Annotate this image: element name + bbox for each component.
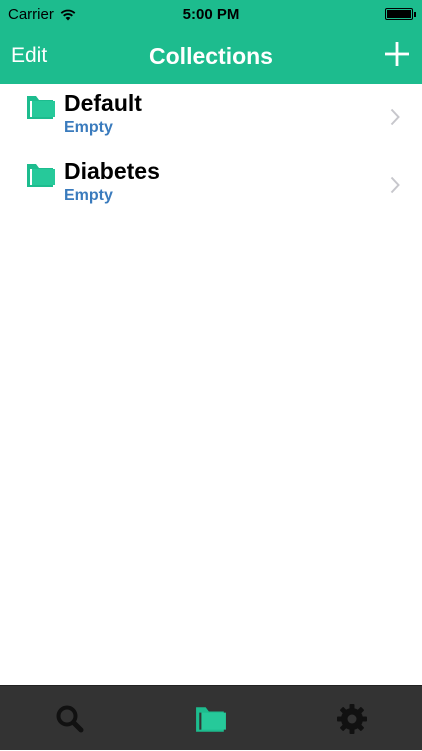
collection-status: Empty: [64, 119, 113, 136]
folder-icon: [27, 164, 55, 187]
collections-list: Default Empty Diabetes Empty: [0, 84, 422, 220]
tab-collections[interactable]: [141, 686, 281, 751]
collection-row-diabetes[interactable]: Diabetes Empty: [0, 152, 422, 220]
page-title: Collections: [149, 43, 273, 69]
gear-icon: [337, 703, 367, 734]
tab-settings[interactable]: [282, 686, 422, 751]
collection-name: Default: [64, 90, 142, 116]
folder-icon: [196, 706, 226, 732]
folder-icon: [27, 96, 55, 119]
collection-name: Diabetes: [64, 158, 160, 184]
navigation-bar: Edit Collections: [0, 30, 422, 84]
collection-status: Empty: [64, 187, 113, 204]
search-icon: [56, 705, 84, 732]
chevron-right-icon: [390, 108, 400, 126]
status-time: 5:00 PM: [182, 6, 240, 23]
plus-icon[interactable]: [383, 40, 411, 68]
tab-search[interactable]: [0, 686, 140, 751]
tab-bar: [0, 685, 422, 750]
status-bar: Carrier 5:00 PM: [0, 0, 422, 30]
battery-icon: [385, 8, 416, 20]
chevron-right-icon: [390, 176, 400, 194]
collection-row-default[interactable]: Default Empty: [0, 84, 422, 152]
